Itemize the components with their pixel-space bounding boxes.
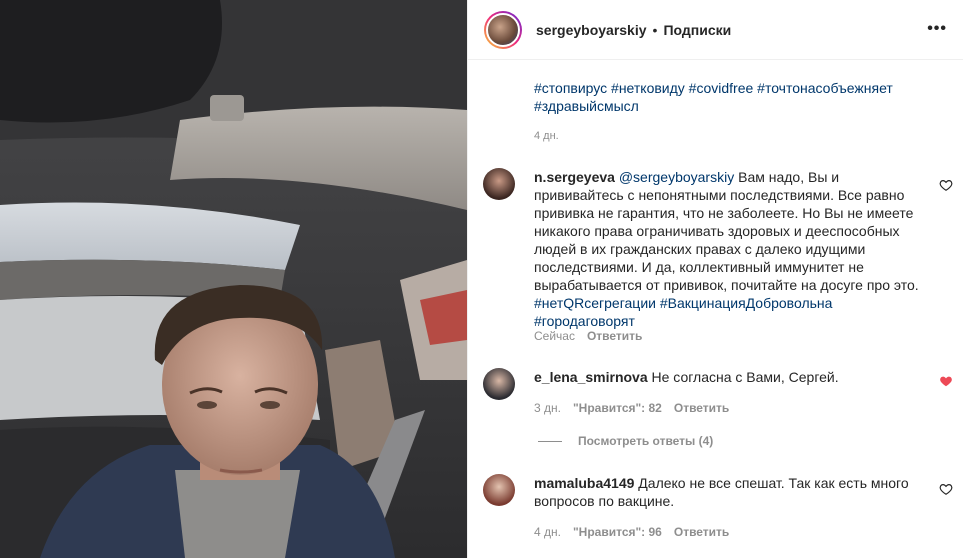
reply-button[interactable]: Ответить	[674, 525, 729, 539]
hashtag[interactable]: #нетковиду	[611, 80, 685, 96]
hashtag[interactable]: #covidfree	[689, 80, 754, 96]
mention-link[interactable]: @sergeyboyarskiy	[619, 169, 734, 185]
comment-text: e_lena_smirnova Не согласна с Вами, Серг…	[534, 368, 924, 386]
likes-count[interactable]: "Нравится": 96	[573, 525, 662, 539]
post-media[interactable]	[0, 0, 467, 558]
hashtag[interactable]: #стопвирус	[534, 80, 607, 96]
comment-content: Не согласна с Вами, Сергей.	[651, 369, 839, 385]
hashtag[interactable]: #точтонасобъежняет	[757, 80, 893, 96]
comment-text: n.sergeyeva @sergeyboyarskiy Вам надо, В…	[534, 168, 924, 330]
comment-timestamp: 4 дн.	[534, 525, 561, 539]
reply-button[interactable]: Ответить	[587, 329, 642, 343]
reply-button[interactable]: Ответить	[674, 401, 729, 415]
comment-meta: Сейчас Ответить	[534, 329, 654, 343]
hashtag[interactable]: #нетQRсегрегации	[534, 295, 656, 311]
commenter-avatar[interactable]	[483, 168, 515, 200]
following-button[interactable]: Подписки	[663, 22, 731, 38]
likes-count[interactable]: "Нравится": 82	[573, 401, 662, 415]
comment-text: mamaluba4149 Далеко не все спешат. Так к…	[534, 474, 924, 510]
view-replies-label[interactable]: Посмотреть ответы (4)	[578, 434, 713, 448]
commenter-avatar[interactable]	[483, 368, 515, 400]
hashtag[interactable]: #ВакцинацияДобровольна	[660, 295, 833, 311]
hashtag[interactable]: #городаговорят	[534, 313, 635, 329]
comment-content: Вам надо, Вы и прививайтесь с непонятным…	[534, 169, 919, 293]
post-header: sergeyboyarskiy • Подписки •••	[468, 0, 963, 60]
comment-meta: 3 дн. "Нравится": 82 Ответить	[534, 401, 741, 415]
commenter-username[interactable]: mamaluba4149	[534, 475, 634, 491]
replies-divider	[538, 440, 562, 442]
commenter-avatar[interactable]	[483, 474, 515, 506]
caption-timestamp: 4 дн.	[534, 130, 559, 142]
separator-dot: •	[652, 21, 658, 38]
author-username[interactable]: sergeyboyarskiy	[536, 22, 647, 38]
post-photo	[0, 0, 467, 558]
hashtag[interactable]: #здравыйсмысл	[534, 98, 639, 114]
like-heart-icon[interactable]	[939, 482, 953, 496]
like-heart-icon[interactable]	[939, 178, 953, 192]
commenter-username[interactable]: e_lena_smirnova	[534, 369, 648, 385]
view-replies-button[interactable]: Посмотреть ответы (4)	[538, 434, 713, 448]
comment-meta: 4 дн. "Нравится": 96 Ответить	[534, 525, 741, 539]
comment-timestamp: Сейчас	[534, 329, 575, 343]
author-avatar[interactable]	[484, 10, 522, 49]
comment-timestamp: 3 дн.	[534, 401, 561, 415]
commenter-username[interactable]: n.sergeyeva	[534, 169, 615, 185]
liked-heart-icon[interactable]	[939, 374, 953, 388]
post-caption: #стопвирус #нетковиду #covidfree #точтон…	[534, 79, 934, 115]
more-options-icon[interactable]: •••	[927, 20, 947, 38]
